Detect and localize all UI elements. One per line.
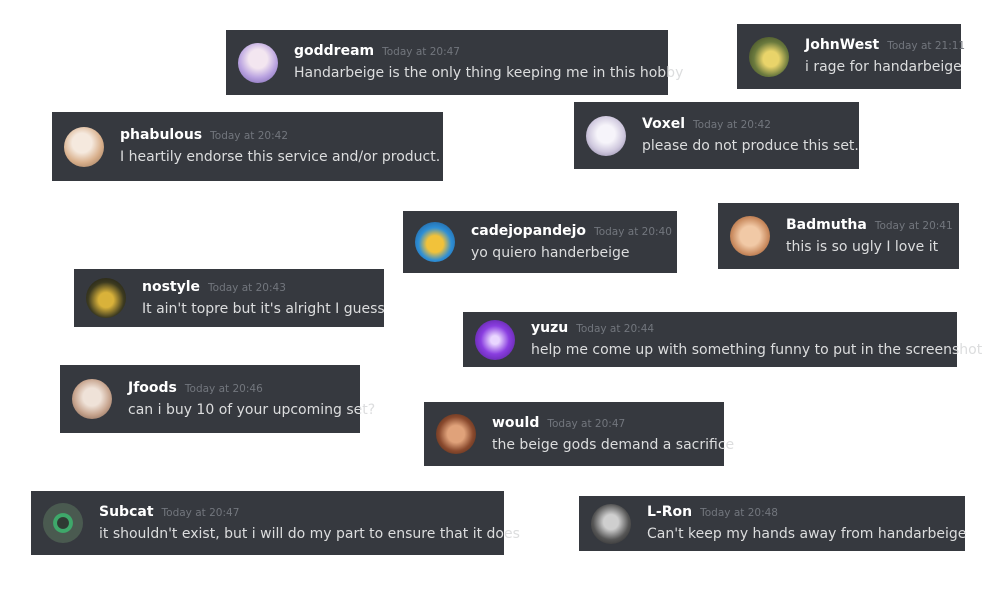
chat-message[interactable]: Jfoods Today at 20:46 can i buy 10 of yo… bbox=[60, 365, 375, 433]
timestamp: Today at 20:46 bbox=[184, 382, 263, 395]
timestamp: Today at 20:47 bbox=[547, 417, 626, 430]
message-text: yo quiero handerbeige bbox=[471, 244, 630, 261]
user-avatar[interactable] bbox=[730, 216, 770, 256]
username[interactable]: L-Ron bbox=[647, 503, 692, 521]
message-text: this is so ugly I love it bbox=[786, 238, 939, 255]
chat-message[interactable]: cadejopandejo Today at 20:40 yo quiero h… bbox=[403, 211, 677, 273]
message-text: please do not produce this set. bbox=[642, 138, 859, 154]
chat-message[interactable]: JohnWest Today at 21:11 i rage for handa… bbox=[737, 24, 965, 89]
message-text: i rage for handarbeige bbox=[805, 59, 962, 75]
user-avatar[interactable] bbox=[238, 42, 278, 83]
chat-message[interactable]: phabulous Today at 20:42 I heartily endo… bbox=[52, 112, 443, 181]
message-text: It ain't topre but it's alright I guess bbox=[142, 300, 385, 317]
timestamp: Today at 20:47 bbox=[161, 506, 240, 519]
user-avatar[interactable] bbox=[86, 278, 126, 318]
message-text: Can't keep my hands away from handarbeig… bbox=[647, 526, 967, 542]
username[interactable]: goddream bbox=[294, 42, 374, 60]
message-text: I heartily endorse this service and/or p… bbox=[120, 149, 441, 165]
username[interactable]: Voxel bbox=[642, 115, 685, 133]
message-text: can i buy 10 of your upcoming set? bbox=[128, 401, 376, 418]
message-text: Handarbeige is the only thing keeping me… bbox=[294, 65, 684, 81]
username[interactable]: JohnWest bbox=[805, 36, 879, 54]
chat-message[interactable]: Subcat Today at 20:47 it shouldn't exist… bbox=[31, 491, 520, 555]
username[interactable]: nostyle bbox=[142, 278, 200, 296]
timestamp: Today at 20:42 bbox=[693, 119, 771, 131]
chat-message[interactable]: L-Ron Today at 20:48 Can't keep my hands… bbox=[579, 496, 967, 551]
timestamp: Today at 20:47 bbox=[382, 46, 460, 58]
user-avatar[interactable] bbox=[591, 503, 631, 544]
username[interactable]: phabulous bbox=[120, 126, 202, 144]
user-avatar[interactable] bbox=[415, 222, 455, 262]
timestamp: Today at 20:44 bbox=[576, 323, 655, 335]
user-avatar[interactable] bbox=[64, 126, 104, 167]
timestamp: Today at 20:41 bbox=[874, 219, 953, 232]
username[interactable]: Subcat bbox=[99, 503, 154, 521]
timestamp: Today at 20:40 bbox=[594, 225, 672, 238]
username[interactable]: would bbox=[492, 414, 539, 432]
chat-message[interactable]: Voxel Today at 20:42 please do not produ… bbox=[574, 102, 859, 169]
message-text: the beige gods demand a sacrifice bbox=[492, 436, 735, 453]
chat-message[interactable]: yuzu Today at 20:44 help me come up with… bbox=[463, 312, 982, 367]
timestamp: Today at 20:43 bbox=[208, 281, 286, 294]
user-avatar[interactable] bbox=[475, 319, 515, 360]
chat-message[interactable]: would Today at 20:47 the beige gods dema… bbox=[424, 402, 734, 466]
timestamp: Today at 20:48 bbox=[700, 507, 778, 519]
user-avatar[interactable] bbox=[43, 503, 83, 543]
user-avatar[interactable] bbox=[72, 379, 112, 419]
user-avatar[interactable] bbox=[436, 414, 476, 454]
username[interactable]: yuzu bbox=[531, 319, 568, 337]
username[interactable]: cadejopandejo bbox=[471, 222, 586, 240]
username[interactable]: Badmutha bbox=[786, 216, 867, 234]
username[interactable]: Jfoods bbox=[128, 379, 177, 397]
user-avatar[interactable] bbox=[586, 115, 626, 156]
timestamp: Today at 21:11 bbox=[887, 40, 966, 52]
chat-message[interactable]: goddream Today at 20:47 Handarbeige is t… bbox=[226, 30, 683, 95]
timestamp: Today at 20:42 bbox=[210, 130, 288, 142]
message-text: it shouldn't exist, but i will do my par… bbox=[99, 525, 520, 542]
user-avatar[interactable] bbox=[749, 36, 789, 77]
chat-message[interactable]: nostyle Today at 20:43 It ain't topre bu… bbox=[74, 269, 385, 327]
message-text: help me come up with something funny to … bbox=[531, 342, 983, 358]
chat-message[interactable]: Badmutha Today at 20:41 this is so ugly … bbox=[718, 203, 959, 269]
